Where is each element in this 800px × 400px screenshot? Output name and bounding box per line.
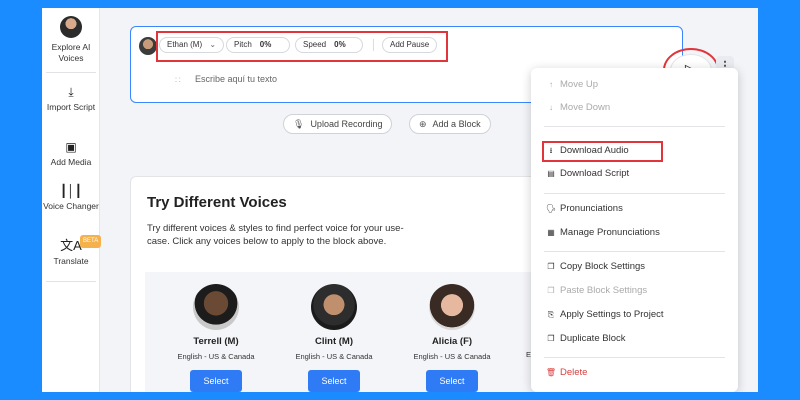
menu-item-move-up[interactable]: ↑ Move Up <box>544 77 598 93</box>
menu-item-label: Duplicate Block <box>560 333 626 344</box>
voice-language: English - US & Canada <box>177 352 255 361</box>
media-icon: ▣ <box>65 140 77 154</box>
upload-recording-button[interactable]: 🎙︎ Upload Recording <box>283 114 393 134</box>
voice-name: Alicia (F) <box>431 336 473 347</box>
copy-icon: ❐ <box>547 262 555 271</box>
sidebar-item-label: Translate <box>53 256 89 266</box>
menu-item-label: Move Up <box>560 79 599 90</box>
menu-item-label: Move Down <box>560 102 611 113</box>
voice-avatar <box>429 284 475 330</box>
menu-item-label: Download Audio <box>560 145 629 156</box>
paste-icon: ❐ <box>547 286 555 295</box>
voice-avatar-icon <box>60 16 82 38</box>
voice-name: Ethan (M) <box>167 40 203 49</box>
voice-card-alicia[interactable]: Alicia (F) English - US & Canada Select <box>397 284 507 392</box>
chevron-down-icon: ⌄ <box>209 40 217 49</box>
select-button[interactable]: Select <box>426 370 478 392</box>
drag-handle-icon[interactable]: ∷ <box>175 75 181 86</box>
add-pause-label: Add Pause <box>390 40 430 49</box>
document-icon: ▤ <box>547 169 555 178</box>
apply-icon: ⎘ <box>547 310 555 319</box>
menu-item-delete[interactable]: 🗑︎ Delete <box>544 365 588 381</box>
block-options-menu: ↑ Move Up ↓ Move Down ⭳ Download Audio ▤ Dow… <box>531 68 738 392</box>
voice-card-clint[interactable]: Clint (M) English - US & Canada Select <box>279 284 389 392</box>
beta-badge: BETA <box>80 235 102 248</box>
arrow-down-icon: ↓ <box>549 103 553 112</box>
divider <box>544 126 725 127</box>
voice-avatar[interactable] <box>139 37 157 55</box>
divider <box>373 39 374 51</box>
list-icon: ▦ <box>547 228 555 237</box>
waveform-icon: ┃│┃ <box>60 184 82 198</box>
voice-selector[interactable]: Ethan (M) ⌄ <box>159 37 225 53</box>
duplicate-icon: ❐ <box>547 334 555 343</box>
menu-item-duplicate[interactable]: ❐ Duplicate Block <box>544 331 625 347</box>
menu-item-download-script[interactable]: ▤ Download Script <box>544 166 629 182</box>
divider <box>46 72 96 73</box>
app-frame: Explore AI Voices ⤓ Import Script ▣ Add … <box>42 8 758 392</box>
menu-item-label: Copy Block Settings <box>560 261 646 272</box>
menu-item-copy-settings[interactable]: ❐ Copy Block Settings <box>544 259 645 275</box>
voice-avatar <box>311 284 357 330</box>
menu-item-label: Apply Settings to Project <box>560 309 664 320</box>
divider <box>46 281 96 282</box>
sidebar-item-import-script[interactable]: ⤓ Import Script <box>42 85 100 113</box>
card-description: Try different voices & styles to find pe… <box>147 223 404 247</box>
select-button[interactable]: Select <box>308 370 360 392</box>
add-pause-button[interactable]: Add Pause <box>382 37 438 53</box>
voice-avatar <box>193 284 239 330</box>
divider <box>544 193 725 194</box>
pronunciation-icon: 🗣︎ <box>545 204 557 213</box>
sidebar: Explore AI Voices ⤓ Import Script ▣ Add … <box>42 8 102 392</box>
menu-item-label: Pronunciations <box>560 203 623 214</box>
sidebar-item-label: Import Script <box>46 102 96 112</box>
voice-card-terrell[interactable]: Terrell (M) English - US & Canada Select <box>161 284 271 392</box>
menu-item-label: Delete <box>560 367 588 378</box>
menu-item-apply-to-project[interactable]: ⎘ Apply Settings to Project <box>544 307 664 323</box>
add-block-label: Add a Block <box>432 119 481 129</box>
voice-name: Clint (M) <box>315 336 353 347</box>
voice-language: English - US & Canada <box>295 352 373 361</box>
sidebar-item-label: Add Media <box>50 157 92 167</box>
voice-name: Terrell (M) <box>193 336 239 347</box>
menu-item-pronunciations[interactable]: 🗣︎ Pronunciations <box>544 201 623 217</box>
microphone-icon: 🎙︎ <box>293 119 305 129</box>
divider <box>544 357 725 358</box>
arrow-up-icon: ↑ <box>549 80 553 89</box>
sidebar-item-add-media[interactable]: ▣ Add Media <box>42 140 100 168</box>
add-block-button[interactable]: ⊕ Add a Block <box>409 114 491 134</box>
menu-item-label: Paste Block Settings <box>560 285 648 296</box>
sidebar-item-label: Explore AI Voices <box>51 42 91 63</box>
sidebar-item-explore-voices[interactable]: Explore AI Voices <box>42 16 100 64</box>
sidebar-item-voice-changer[interactable]: ┃│┃ Voice Changer <box>42 184 100 212</box>
speed-value: 0% <box>334 40 346 49</box>
upload-recording-label: Upload Recording <box>310 119 383 129</box>
trash-icon: 🗑︎ <box>545 368 557 377</box>
menu-item-paste-settings[interactable]: ❐ Paste Block Settings <box>544 283 647 299</box>
speed-control[interactable]: Speed 0% <box>295 37 363 53</box>
sidebar-item-translate[interactable]: 文A BETA Translate <box>42 235 102 267</box>
pitch-value: 0% <box>259 40 272 49</box>
text-input[interactable]: Escribe aquí tu texto <box>195 74 277 84</box>
import-icon: ⤓ <box>68 85 74 99</box>
download-icon: ⭳ <box>549 146 553 155</box>
speed-label: Speed <box>303 40 327 49</box>
menu-item-label: Manage Pronunciations <box>560 227 660 238</box>
divider <box>544 251 725 252</box>
select-button[interactable]: Select <box>190 370 242 392</box>
pitch-label: Pitch <box>234 40 252 49</box>
menu-item-move-down[interactable]: ↓ Move Down <box>544 100 610 116</box>
pitch-control[interactable]: Pitch 0% <box>226 37 290 53</box>
sidebar-item-label: Voice Changer <box>43 201 99 211</box>
menu-item-download-audio[interactable]: ⭳ Download Audio <box>544 143 629 159</box>
menu-item-manage-pronunciations[interactable]: ▦ Manage Pronunciations <box>544 225 660 241</box>
plus-circle-icon: ⊕ <box>419 119 427 129</box>
menu-item-label: Download Script <box>560 168 630 179</box>
voice-language: English - US & Canada <box>413 352 491 361</box>
card-title: Try Different Voices <box>147 194 287 211</box>
